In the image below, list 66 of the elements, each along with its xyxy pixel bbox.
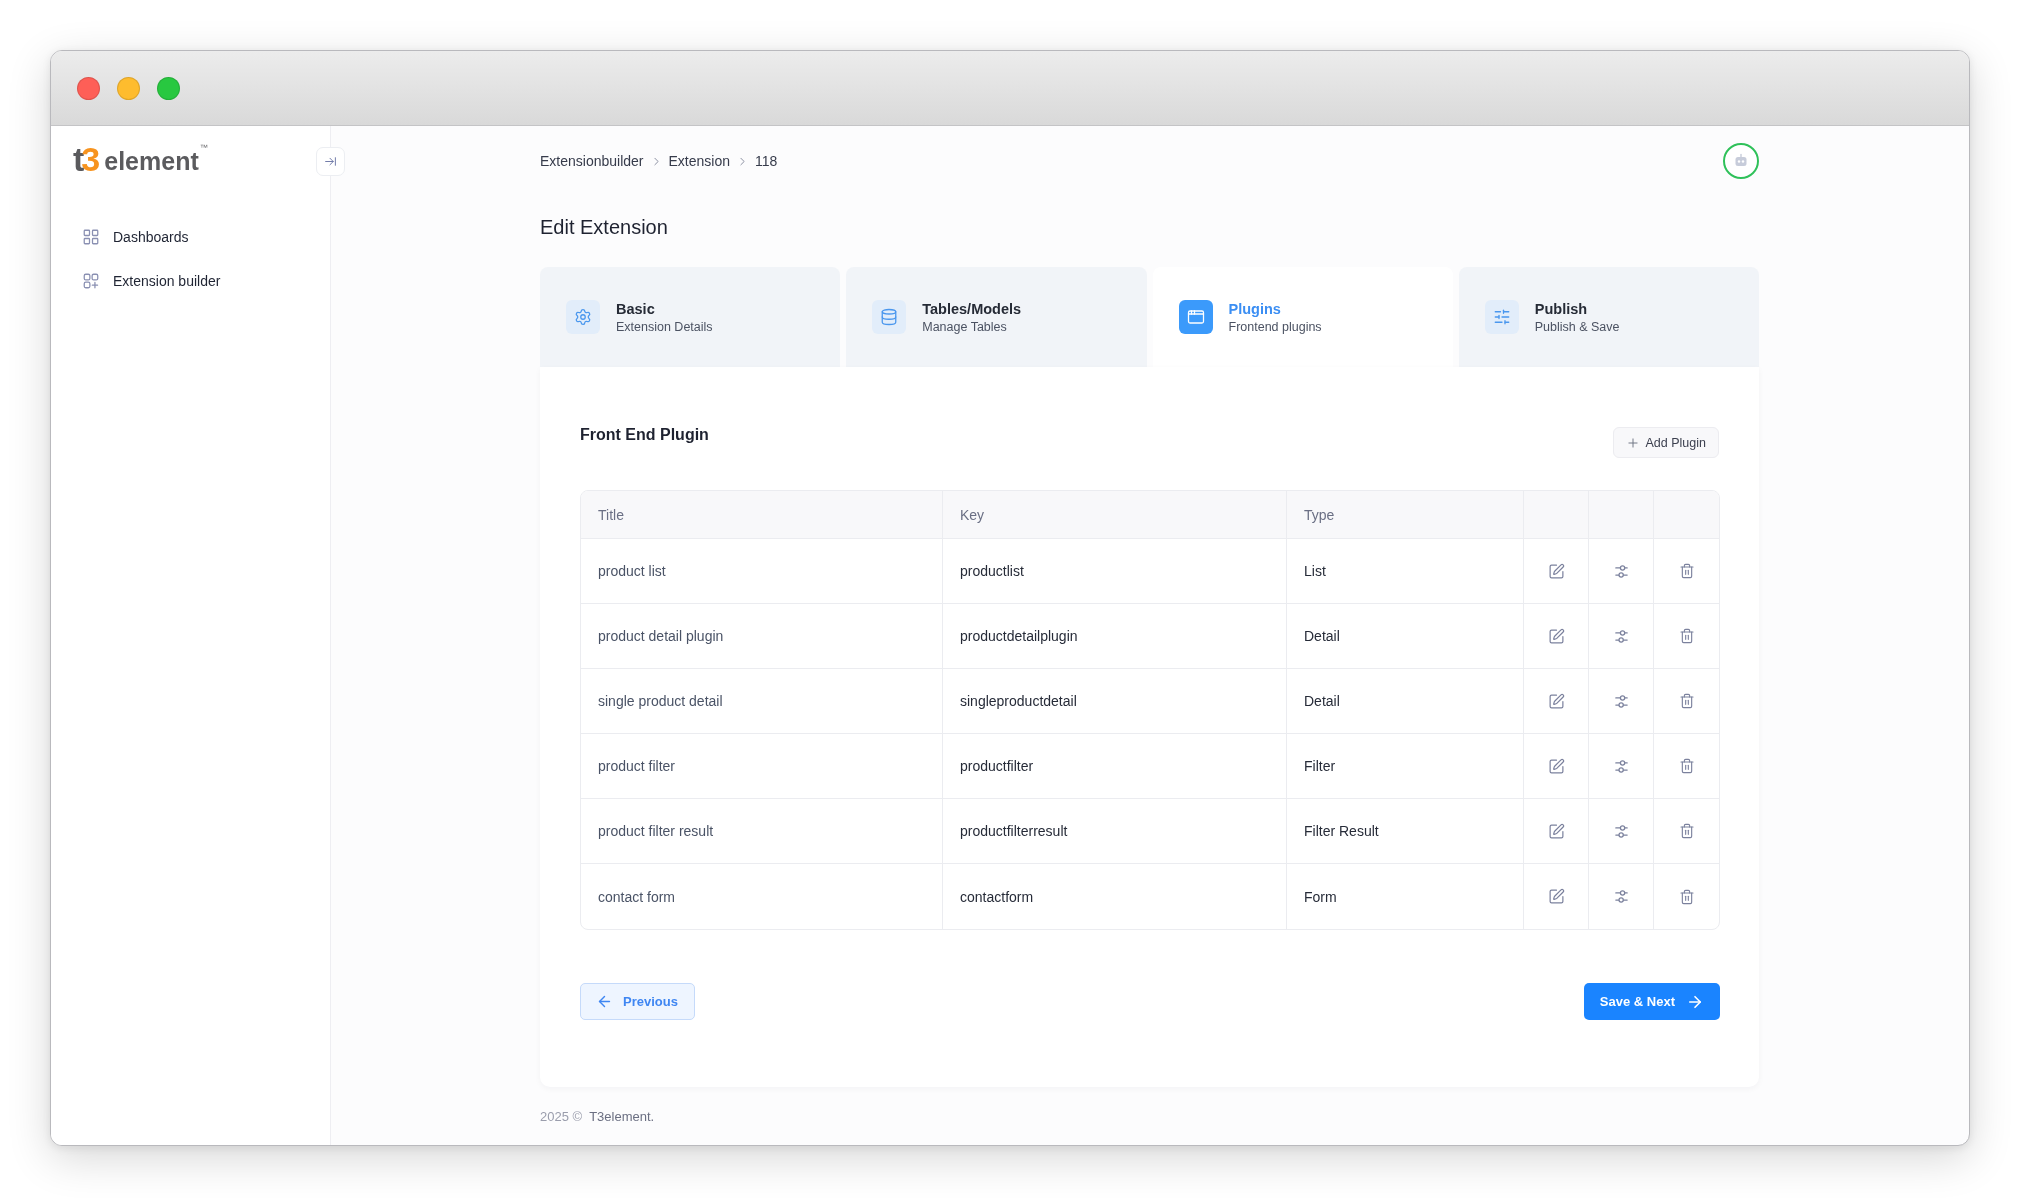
sliders-icon[interactable] xyxy=(1612,888,1630,905)
column-header: Title xyxy=(581,491,943,539)
table-cell: product detail plugin xyxy=(581,604,943,669)
table-cell: contact form xyxy=(581,864,943,929)
save-next-button[interactable]: Save & Next xyxy=(1583,983,1720,1020)
arrow-to-line-icon xyxy=(324,155,337,168)
breadcrumb-link[interactable]: Extension xyxy=(668,153,730,169)
trash-icon[interactable] xyxy=(1678,628,1695,644)
collapse-sidebar-button[interactable] xyxy=(316,147,345,176)
table-cell: contactform xyxy=(943,864,1287,929)
edit-icon[interactable] xyxy=(1547,757,1565,775)
edit-icon[interactable] xyxy=(1547,627,1565,645)
step-tab[interactable]: Basic Extension Details xyxy=(540,267,841,367)
edit-icon[interactable] xyxy=(1547,888,1565,905)
add-plugin-button[interactable]: Add Plugin xyxy=(1612,427,1719,458)
maximize-icon[interactable] xyxy=(157,76,180,100)
table-cell: product filter xyxy=(581,734,943,799)
table-cell: Detail xyxy=(1287,604,1524,669)
trash-icon[interactable] xyxy=(1678,563,1695,579)
grid-icon xyxy=(82,228,100,246)
sidebar-item[interactable]: Dashboards xyxy=(51,215,330,259)
sliders-icon[interactable] xyxy=(1612,757,1630,775)
table-cell: productdetailplugin xyxy=(943,604,1287,669)
table-cell: productfilterresult xyxy=(943,799,1287,864)
table-cell: single product detail xyxy=(581,669,943,734)
sliders-icon xyxy=(1484,300,1519,334)
table-cell: singleproductdetail xyxy=(943,669,1287,734)
brand-logo[interactable]: t3 element™ xyxy=(73,140,208,176)
breadcrumb-link[interactable]: Extensionbuilder xyxy=(540,153,644,169)
table-cell: Filter Result xyxy=(1287,799,1524,864)
column-header: Key xyxy=(943,491,1287,539)
step-tab[interactable]: Publish Publish & Save xyxy=(1458,267,1759,367)
edit-icon[interactable] xyxy=(1547,692,1565,710)
trash-icon[interactable] xyxy=(1678,758,1695,774)
footer-link[interactable]: T3element. xyxy=(589,1107,655,1127)
section-title: Front End Plugin xyxy=(580,425,709,445)
browser-window-icon xyxy=(1178,300,1213,334)
edit-icon[interactable] xyxy=(1547,822,1565,840)
trash-icon[interactable] xyxy=(1678,888,1695,905)
plus-icon xyxy=(1625,435,1640,450)
gear-icon xyxy=(566,300,600,334)
sidebar-item[interactable]: Extension builder xyxy=(51,259,330,303)
column-header: Type xyxy=(1287,491,1524,539)
sliders-icon[interactable] xyxy=(1612,692,1630,710)
table-cell: productlist xyxy=(943,539,1287,604)
edit-icon[interactable] xyxy=(1547,562,1565,580)
table-cell: List xyxy=(1287,539,1524,604)
table-cell: Filter xyxy=(1287,734,1524,799)
sliders-icon[interactable] xyxy=(1612,627,1630,645)
close-icon[interactable] xyxy=(77,76,100,100)
database-icon xyxy=(872,300,907,334)
breadcrumb-current: 118 xyxy=(755,153,778,169)
sliders-icon[interactable] xyxy=(1612,562,1630,580)
table-cell: product filter result xyxy=(581,799,943,864)
grid-plus-icon xyxy=(82,272,100,290)
step-tab[interactable]: Tables/Models Manage Tables xyxy=(846,267,1147,367)
table-cell: productfilter xyxy=(943,734,1287,799)
sliders-icon[interactable] xyxy=(1612,822,1630,840)
table-cell: Form xyxy=(1287,864,1524,929)
table-cell: Detail xyxy=(1287,669,1524,734)
copyright-text: 2025 © xyxy=(540,1108,583,1126)
page-title: Edit Extension xyxy=(540,215,669,240)
trash-icon[interactable] xyxy=(1678,823,1695,839)
robot-avatar-icon[interactable] xyxy=(1723,143,1759,179)
trash-icon[interactable] xyxy=(1678,693,1695,709)
table-cell: product list xyxy=(581,539,943,604)
